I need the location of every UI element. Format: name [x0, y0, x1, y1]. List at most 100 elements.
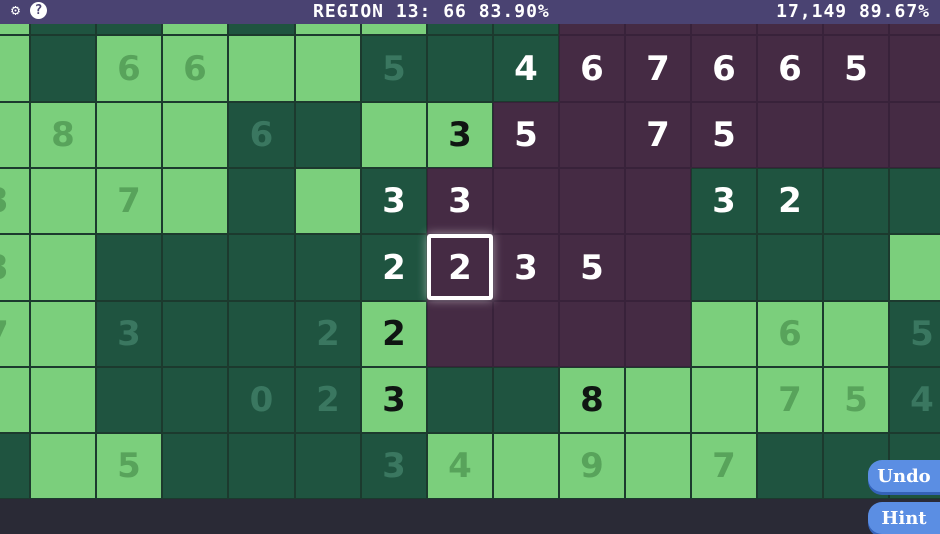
board-cell[interactable]: 0 — [228, 367, 295, 433]
board-cell[interactable] — [162, 301, 228, 367]
board-cell[interactable] — [228, 234, 295, 301]
board-cell[interactable] — [493, 168, 559, 234]
hint-button[interactable]: Hint — [868, 502, 940, 534]
board-cell[interactable]: 8 — [30, 102, 96, 168]
board-cell[interactable] — [0, 367, 30, 433]
board-cell[interactable]: 3 — [96, 301, 162, 367]
board-cell[interactable] — [295, 102, 361, 168]
board-cell[interactable] — [493, 301, 559, 367]
board-cell[interactable] — [30, 433, 96, 499]
board-cell[interactable] — [625, 234, 691, 301]
board-cell[interactable] — [30, 168, 96, 234]
board-cell[interactable]: 7 — [691, 433, 757, 499]
board-cell[interactable]: 2 — [361, 234, 427, 301]
board-cell[interactable] — [162, 102, 228, 168]
board-cell[interactable] — [889, 35, 940, 102]
board-cell[interactable] — [757, 433, 823, 499]
board-cell[interactable] — [162, 168, 228, 234]
board-cell[interactable]: 5 — [361, 35, 427, 102]
board-cell[interactable] — [823, 168, 889, 234]
board-cell[interactable]: 5 — [691, 102, 757, 168]
board-cell[interactable] — [691, 367, 757, 433]
gear-icon[interactable]: ⚙ — [6, 1, 25, 20]
board-cell[interactable] — [889, 234, 940, 301]
board-cell[interactable] — [0, 35, 30, 102]
board-cell[interactable] — [228, 301, 295, 367]
board-cell[interactable]: 6 — [96, 35, 162, 102]
board-cell[interactable] — [559, 301, 625, 367]
board-cell[interactable]: 6 — [228, 102, 295, 168]
board-cell[interactable] — [757, 234, 823, 301]
board-cell[interactable]: 5 — [559, 234, 625, 301]
board-cell[interactable] — [30, 234, 96, 301]
board-cell[interactable]: 9 — [559, 433, 625, 499]
board-cell[interactable] — [228, 35, 295, 102]
board-cell[interactable] — [889, 168, 940, 234]
board-cell[interactable]: 5 — [823, 35, 889, 102]
board-cell[interactable] — [295, 35, 361, 102]
board-cell[interactable]: 8 — [559, 367, 625, 433]
board-cell[interactable] — [0, 102, 30, 168]
board-cell[interactable]: 6 — [757, 301, 823, 367]
board-cell[interactable]: 4 — [493, 35, 559, 102]
board-cell[interactable]: 5 — [889, 301, 940, 367]
board-cell[interactable] — [361, 102, 427, 168]
board-cell[interactable]: 6 — [162, 35, 228, 102]
board-cell[interactable] — [427, 301, 493, 367]
board-cell[interactable]: 6 — [691, 35, 757, 102]
board-cell[interactable]: 2 — [361, 301, 427, 367]
board-cell[interactable]: 5 — [493, 102, 559, 168]
board-cell[interactable]: 3 — [427, 102, 493, 168]
board-cell[interactable]: 5 — [823, 367, 889, 433]
board-cell[interactable] — [559, 168, 625, 234]
board-cell[interactable] — [30, 301, 96, 367]
board-cell[interactable]: 3 — [493, 234, 559, 301]
board-cell[interactable] — [559, 102, 625, 168]
board-cell[interactable]: 3 — [361, 433, 427, 499]
undo-button[interactable]: Undo — [868, 460, 940, 492]
board-cell[interactable] — [295, 433, 361, 499]
board-cell[interactable]: 3 — [0, 168, 30, 234]
board-cell[interactable] — [889, 102, 940, 168]
board-cell[interactable] — [30, 367, 96, 433]
board-cell[interactable] — [823, 301, 889, 367]
board-cell[interactable]: 3 — [0, 234, 30, 301]
question-icon[interactable]: ? — [30, 2, 47, 19]
board-cell[interactable]: 5 — [96, 433, 162, 499]
board-cell[interactable]: 3 — [361, 168, 427, 234]
board-cell[interactable] — [295, 234, 361, 301]
board-cell[interactable]: 4 — [889, 367, 940, 433]
board-cell[interactable] — [96, 102, 162, 168]
board-cell[interactable]: 2 — [295, 367, 361, 433]
board-cell[interactable]: 2 — [427, 234, 493, 301]
board-cell[interactable] — [625, 367, 691, 433]
board-cell[interactable] — [162, 433, 228, 499]
board-cell[interactable] — [691, 301, 757, 367]
board-cell[interactable]: 7 — [96, 168, 162, 234]
board-cell[interactable] — [625, 433, 691, 499]
board-cell[interactable]: 7 — [625, 102, 691, 168]
board-cell[interactable]: 6 — [559, 35, 625, 102]
board-cell[interactable] — [228, 168, 295, 234]
board-cell[interactable]: 3 — [361, 367, 427, 433]
board-cell[interactable] — [162, 367, 228, 433]
board-cell[interactable] — [493, 367, 559, 433]
board-cell[interactable]: 7 — [757, 367, 823, 433]
board-cell[interactable]: 3 — [427, 168, 493, 234]
board-cell[interactable] — [427, 35, 493, 102]
board-cell[interactable] — [691, 234, 757, 301]
board-cell[interactable]: 3 — [691, 168, 757, 234]
board-cell[interactable]: 4 — [427, 433, 493, 499]
board-cell[interactable] — [0, 433, 30, 499]
board-cell[interactable] — [625, 168, 691, 234]
board-cell[interactable] — [427, 367, 493, 433]
board-cell[interactable]: 2 — [757, 168, 823, 234]
board-cell[interactable]: 7 — [0, 301, 30, 367]
board-cell[interactable]: 6 — [757, 35, 823, 102]
board-cell[interactable] — [228, 433, 295, 499]
board-cell[interactable] — [162, 234, 228, 301]
board-cell[interactable] — [96, 367, 162, 433]
board-cell[interactable] — [493, 433, 559, 499]
board-cell[interactable] — [30, 35, 96, 102]
board-cell[interactable] — [757, 102, 823, 168]
